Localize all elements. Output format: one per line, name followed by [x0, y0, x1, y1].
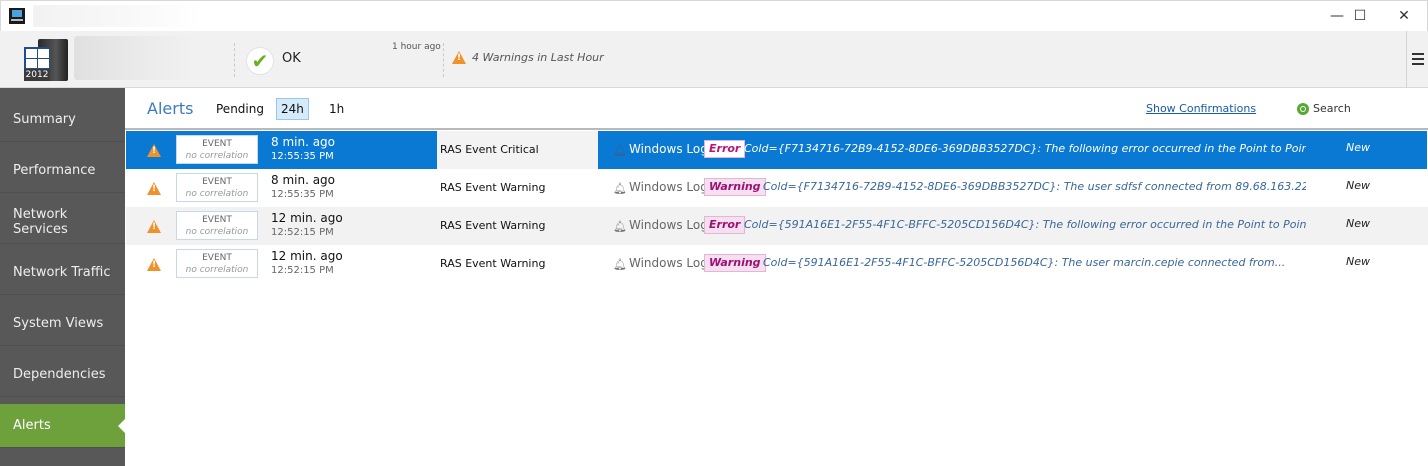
- alert-name: RAS Event Critical: [440, 143, 539, 156]
- windows-logo-icon: [24, 47, 50, 69]
- close-button[interactable]: ✕: [1381, 1, 1427, 31]
- maximize-button[interactable]: ☐: [1337, 1, 1383, 31]
- table-row[interactable]: ! EVENT no correlation 8 min. ago 12:55:…: [126, 131, 1428, 169]
- sidebar-item-network-traffic[interactable]: Network Traffic: [0, 251, 125, 295]
- alert-source: Windows Log: [629, 180, 708, 194]
- event-correlation: no correlation: [185, 265, 249, 275]
- alert-source: Windows Log: [629, 256, 708, 270]
- alert-status: New: [1346, 141, 1370, 154]
- warning-icon: !: [147, 258, 161, 271]
- level-badge: Warning: [704, 254, 766, 272]
- level-badge: Warning: [704, 178, 766, 196]
- bell-icon: 🔔︎: [613, 258, 627, 271]
- alert-name: RAS Event Warning: [440, 219, 546, 232]
- search-button[interactable]: Search: [1297, 102, 1351, 115]
- alert-age: 12 min. ago: [271, 211, 343, 225]
- alert-message: Cold={F7134716-72B9-4152-8DE6-369DBB3527…: [763, 180, 1306, 193]
- warning-icon: !: [452, 51, 466, 64]
- page-title: Alerts: [147, 99, 194, 118]
- sidebar: Summary Performance Network Services Net…: [0, 88, 125, 466]
- tab-1h[interactable]: 1h: [324, 98, 349, 120]
- sidebar-item-network-services[interactable]: Network Services: [0, 200, 125, 244]
- header-divider: [443, 43, 444, 77]
- alert-time: 12:55:35 PM: [271, 189, 334, 200]
- window-title-redacted: [33, 5, 203, 27]
- alert-name: RAS Event Warning: [440, 181, 546, 194]
- tab-24h[interactable]: 24h: [276, 98, 309, 120]
- event-type: EVENT: [202, 139, 232, 149]
- alert-status: New: [1346, 179, 1370, 192]
- alert-message: Cold={591A16E1-2F55-4F1C-BFFC-5205CD156D…: [744, 218, 1306, 231]
- event-correlation: no correlation: [185, 151, 249, 161]
- alert-status: New: [1346, 255, 1370, 268]
- alert-source: Windows Log: [629, 218, 708, 232]
- level-badge: Error: [704, 216, 746, 234]
- bell-icon: 🔔︎: [613, 220, 627, 233]
- event-badge[interactable]: EVENT no correlation: [176, 135, 258, 164]
- event-correlation: no correlation: [185, 227, 249, 237]
- event-type: EVENT: [202, 253, 232, 263]
- alert-status: New: [1346, 217, 1370, 230]
- table-row[interactable]: ! EVENT no correlation 12 min. ago 12:52…: [126, 207, 1428, 245]
- windows-server-icon: 2012: [24, 39, 68, 83]
- alert-time: 12:52:15 PM: [271, 227, 334, 238]
- sidebar-item-dependencies[interactable]: Dependencies: [0, 353, 125, 397]
- hostname-redacted: [74, 36, 194, 80]
- hamburger-menu-button[interactable]: [1406, 31, 1428, 87]
- warning-icon: !: [147, 144, 161, 157]
- level-badge: Error: [704, 140, 746, 158]
- status-timestamp: 1 hour ago: [392, 42, 441, 52]
- bell-icon: 🔔︎: [613, 144, 627, 157]
- ok-check-icon: ✔: [246, 47, 274, 75]
- table-row[interactable]: ! EVENT no correlation 12 min. ago 12:52…: [126, 245, 1428, 283]
- search-icon: [1297, 102, 1309, 115]
- sidebar-item-system-views[interactable]: System Views: [0, 302, 125, 346]
- alert-time: 12:52:15 PM: [271, 265, 334, 276]
- table-row[interactable]: ! EVENT no correlation 8 min. ago 12:55:…: [126, 169, 1428, 207]
- event-correlation: no correlation: [185, 189, 249, 199]
- alert-message: Cold={591A16E1-2F55-4F1C-BFFC-5205CD156D…: [763, 256, 1286, 269]
- alert-time: 12:55:35 PM: [271, 151, 334, 162]
- warning-icon: !: [147, 182, 161, 195]
- status-header: 2012 ✔ OK 1 hour ago ! 4 Warnings in Las…: [0, 31, 1428, 88]
- alert-age: 8 min. ago: [271, 135, 336, 149]
- app-icon: [9, 8, 25, 24]
- alert-name: RAS Event Warning: [440, 257, 546, 270]
- tab-pending[interactable]: Pending: [211, 98, 269, 120]
- alert-source: Windows Log: [629, 142, 708, 156]
- event-badge[interactable]: EVENT no correlation: [176, 173, 258, 202]
- os-version-badge: 2012: [24, 69, 50, 81]
- sidebar-item-performance[interactable]: Performance: [0, 149, 125, 193]
- status-label: OK: [282, 51, 301, 66]
- alert-age: 12 min. ago: [271, 249, 343, 263]
- show-confirmations-link[interactable]: Show Confirmations: [1146, 102, 1256, 115]
- search-label: Search: [1313, 102, 1351, 115]
- header-divider: [234, 43, 235, 77]
- warnings-summary-text: 4 Warnings in Last Hour: [472, 51, 604, 64]
- event-badge[interactable]: EVENT no correlation: [176, 211, 258, 240]
- alert-message: Cold={F7134716-72B9-4152-8DE6-369DBB3527…: [744, 142, 1306, 155]
- bell-icon: 🔔︎: [613, 182, 627, 195]
- table-divider: [125, 128, 1428, 130]
- title-bar: — ☐ ✕: [0, 0, 1428, 31]
- event-badge[interactable]: EVENT no correlation: [176, 249, 258, 278]
- sidebar-item-alerts[interactable]: Alerts: [0, 404, 125, 448]
- alerts-panel: Alerts Pending 24h 1h Show Confirmations…: [125, 88, 1428, 466]
- warnings-summary[interactable]: ! 4 Warnings in Last Hour: [452, 51, 604, 64]
- warning-icon: !: [147, 220, 161, 233]
- sidebar-item-summary[interactable]: Summary: [0, 98, 125, 142]
- event-type: EVENT: [202, 177, 232, 187]
- alert-age: 8 min. ago: [271, 173, 336, 187]
- event-type: EVENT: [202, 215, 232, 225]
